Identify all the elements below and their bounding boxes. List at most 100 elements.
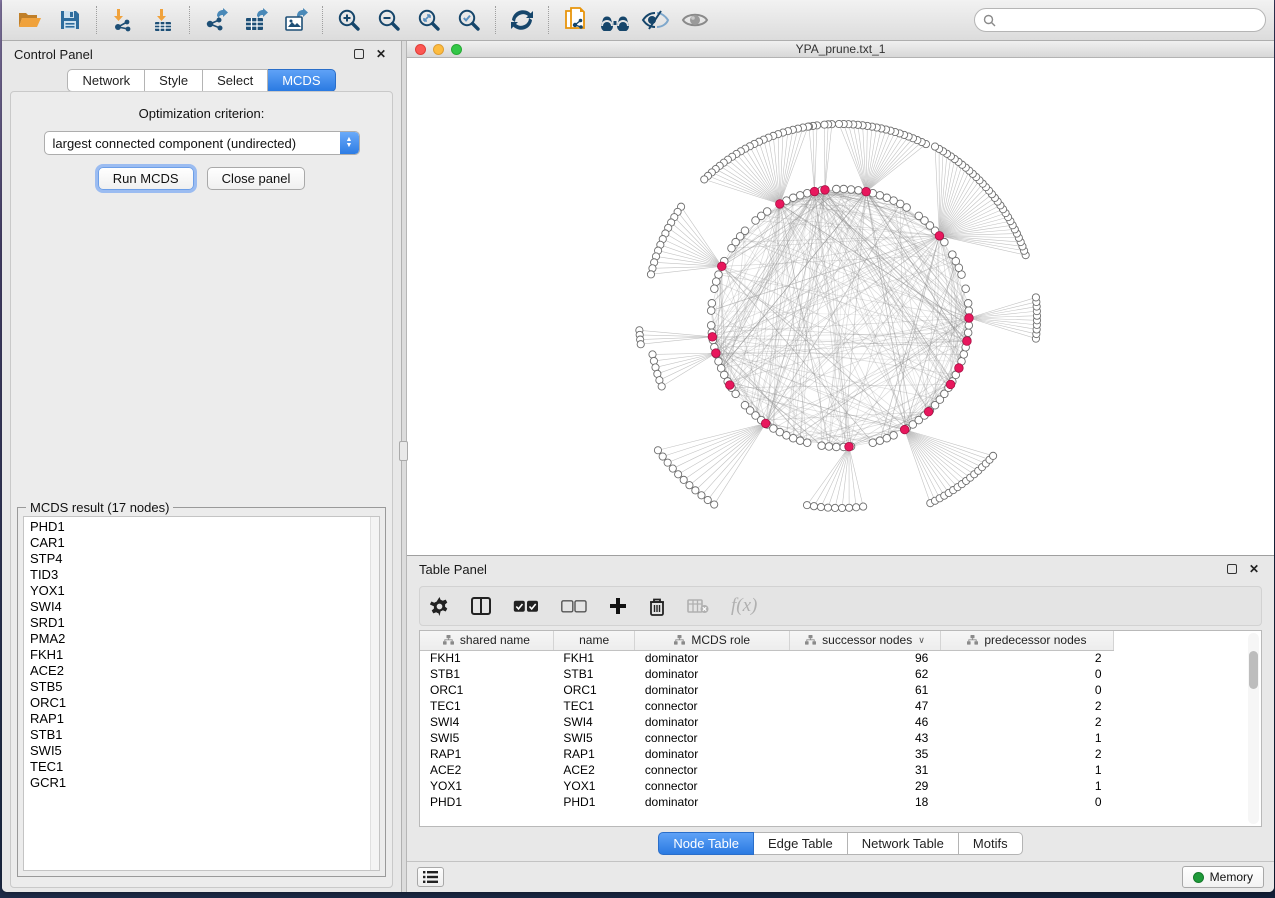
- cell-predecessor-nodes: 2: [940, 714, 1113, 730]
- tab-mcds[interactable]: MCDS: [268, 69, 335, 92]
- mcds-node-item[interactable]: ORC1: [30, 695, 379, 711]
- column-header-shared-name[interactable]: shared name: [420, 631, 553, 650]
- tab-style[interactable]: Style: [145, 69, 203, 92]
- mcds-node-item[interactable]: STB1: [30, 727, 379, 743]
- column-header-successor-nodes[interactable]: successor nodes∨: [790, 631, 941, 650]
- table-row[interactable]: ACE2ACE2connector311: [420, 762, 1114, 778]
- tab-node-table[interactable]: Node Table: [658, 832, 754, 855]
- cell-successor-nodes: 61: [790, 682, 941, 698]
- mcds-node-item[interactable]: STB5: [30, 679, 379, 695]
- add-column-button[interactable]: [609, 597, 627, 615]
- close-panel-button-mcds[interactable]: Close panel: [207, 167, 306, 190]
- column-header-predecessor-nodes[interactable]: predecessor nodes: [940, 631, 1113, 650]
- table-row[interactable]: PHD1PHD1dominator180: [420, 794, 1114, 810]
- column-header-MCDS-role[interactable]: MCDS role: [635, 631, 790, 650]
- select-all-button[interactable]: [513, 600, 539, 613]
- list-scrollbar[interactable]: [370, 517, 379, 870]
- cell-name: YOX1: [553, 778, 634, 794]
- mcds-node-item[interactable]: FKH1: [30, 647, 379, 663]
- mcds-node-item[interactable]: SWI5: [30, 743, 379, 759]
- task-history-button[interactable]: [417, 867, 444, 887]
- table-row[interactable]: RAP1RAP1dominator352: [420, 746, 1114, 762]
- mcds-result-list[interactable]: PHD1CAR1STP4TID3YOX1SWI4SRD1PMA2FKH1ACE2…: [23, 516, 380, 871]
- mcds-node-item[interactable]: ACE2: [30, 663, 379, 679]
- delete-table-icon: [687, 599, 709, 614]
- table-row[interactable]: FKH1FKH1dominator962: [420, 650, 1114, 666]
- mcds-node-item[interactable]: CAR1: [30, 535, 379, 551]
- show-details-button[interactable]: [675, 3, 715, 37]
- apply-layout-button[interactable]: [502, 3, 542, 37]
- zoom-in-button[interactable]: [329, 3, 369, 37]
- export-table-button[interactable]: [236, 3, 276, 37]
- export-network-button[interactable]: [196, 3, 236, 37]
- table-row[interactable]: TEC1TEC1connector472: [420, 698, 1114, 714]
- tab-network[interactable]: Network: [67, 69, 145, 92]
- search-input[interactable]: [1001, 13, 1257, 27]
- table-tabs: Node TableEdge TableNetwork TableMotifs: [407, 827, 1274, 861]
- mcds-node-item[interactable]: SRD1: [30, 615, 379, 631]
- binoculars-button[interactable]: [595, 3, 635, 37]
- cell-MCDS-role: dominator: [635, 682, 790, 698]
- mcds-node-item[interactable]: STP4: [30, 551, 379, 567]
- close-table-panel-button[interactable]: ✕: [1246, 561, 1262, 577]
- memory-button[interactable]: Memory: [1182, 866, 1264, 888]
- save-session-button[interactable]: [50, 3, 90, 37]
- import-table-button[interactable]: [143, 3, 183, 37]
- cell-MCDS-role: dominator: [635, 794, 790, 810]
- panel-splitter[interactable]: [402, 41, 407, 892]
- column-visibility-button[interactable]: [471, 597, 491, 615]
- zoom-out-button[interactable]: [369, 3, 409, 37]
- mcds-result-title: MCDS result (17 nodes): [26, 500, 173, 515]
- node-table[interactable]: shared namenameMCDS rolesuccessor nodes∨…: [419, 630, 1262, 827]
- close-panel-button[interactable]: ✕: [373, 46, 389, 62]
- toolbar-separator: [189, 6, 190, 34]
- application-window: Control Panel ✕ NetworkStyleSelectMCDS O…: [2, 0, 1274, 892]
- tab-edge-table[interactable]: Edge Table: [754, 832, 848, 855]
- mcds-node-item[interactable]: TID3: [30, 567, 379, 583]
- optimization-criterion-select[interactable]: largest connected component (undirected)…: [44, 131, 360, 155]
- network-from-selection-button[interactable]: [555, 3, 595, 37]
- mcds-node-item[interactable]: SWI4: [30, 599, 379, 615]
- float-panel-button[interactable]: [351, 46, 367, 62]
- table-row[interactable]: STB1STB1dominator620: [420, 666, 1114, 682]
- selected-option: largest connected component (undirected): [45, 136, 340, 151]
- deselect-all-button[interactable]: [561, 600, 587, 613]
- import-network-button[interactable]: [103, 3, 143, 37]
- mcds-node-item[interactable]: TEC1: [30, 759, 379, 775]
- table-row[interactable]: ORC1ORC1dominator610: [420, 682, 1114, 698]
- table-row[interactable]: YOX1YOX1connector291: [420, 778, 1114, 794]
- tab-motifs[interactable]: Motifs: [959, 832, 1023, 855]
- zoom-selected-button[interactable]: [449, 3, 489, 37]
- hide-style-button[interactable]: [635, 3, 675, 37]
- table-row[interactable]: SWI5SWI5connector431: [420, 730, 1114, 746]
- cell-predecessor-nodes: 2: [940, 746, 1113, 762]
- cell-predecessor-nodes: 0: [940, 794, 1113, 810]
- scrollbar-thumb[interactable]: [1249, 651, 1258, 689]
- cell-successor-nodes: 31: [790, 762, 941, 778]
- tab-network-table[interactable]: Network Table: [848, 832, 959, 855]
- export-image-button[interactable]: [276, 3, 316, 37]
- search-field[interactable]: [974, 8, 1266, 32]
- mcds-node-item[interactable]: YOX1: [30, 583, 379, 599]
- mcds-node-item[interactable]: PMA2: [30, 631, 379, 647]
- network-window-titlebar[interactable]: YPA_prune.txt_1: [407, 41, 1274, 58]
- function-builder-icon: f(x): [731, 595, 757, 617]
- cell-shared-name: ORC1: [420, 682, 553, 698]
- splitter-handle[interactable]: [399, 441, 408, 461]
- column-header-name[interactable]: name: [553, 631, 634, 650]
- table-row[interactable]: SWI4SWI4dominator462: [420, 714, 1114, 730]
- gear-button[interactable]: [430, 597, 449, 616]
- mcds-node-item[interactable]: RAP1: [30, 711, 379, 727]
- table-scrollbar[interactable]: [1248, 633, 1259, 824]
- zoom-fit-button[interactable]: [409, 3, 449, 37]
- mcds-node-item[interactable]: PHD1: [30, 519, 379, 535]
- tab-select[interactable]: Select: [203, 69, 268, 92]
- open-file-button[interactable]: [10, 3, 50, 37]
- network-canvas[interactable]: [407, 58, 1274, 555]
- float-table-panel-button[interactable]: [1224, 561, 1240, 577]
- toolbar-separator: [495, 6, 496, 34]
- mcds-node-item[interactable]: GCR1: [30, 775, 379, 791]
- delete-column-button[interactable]: [649, 597, 665, 616]
- cell-name: ORC1: [553, 682, 634, 698]
- run-mcds-button[interactable]: Run MCDS: [98, 167, 194, 190]
